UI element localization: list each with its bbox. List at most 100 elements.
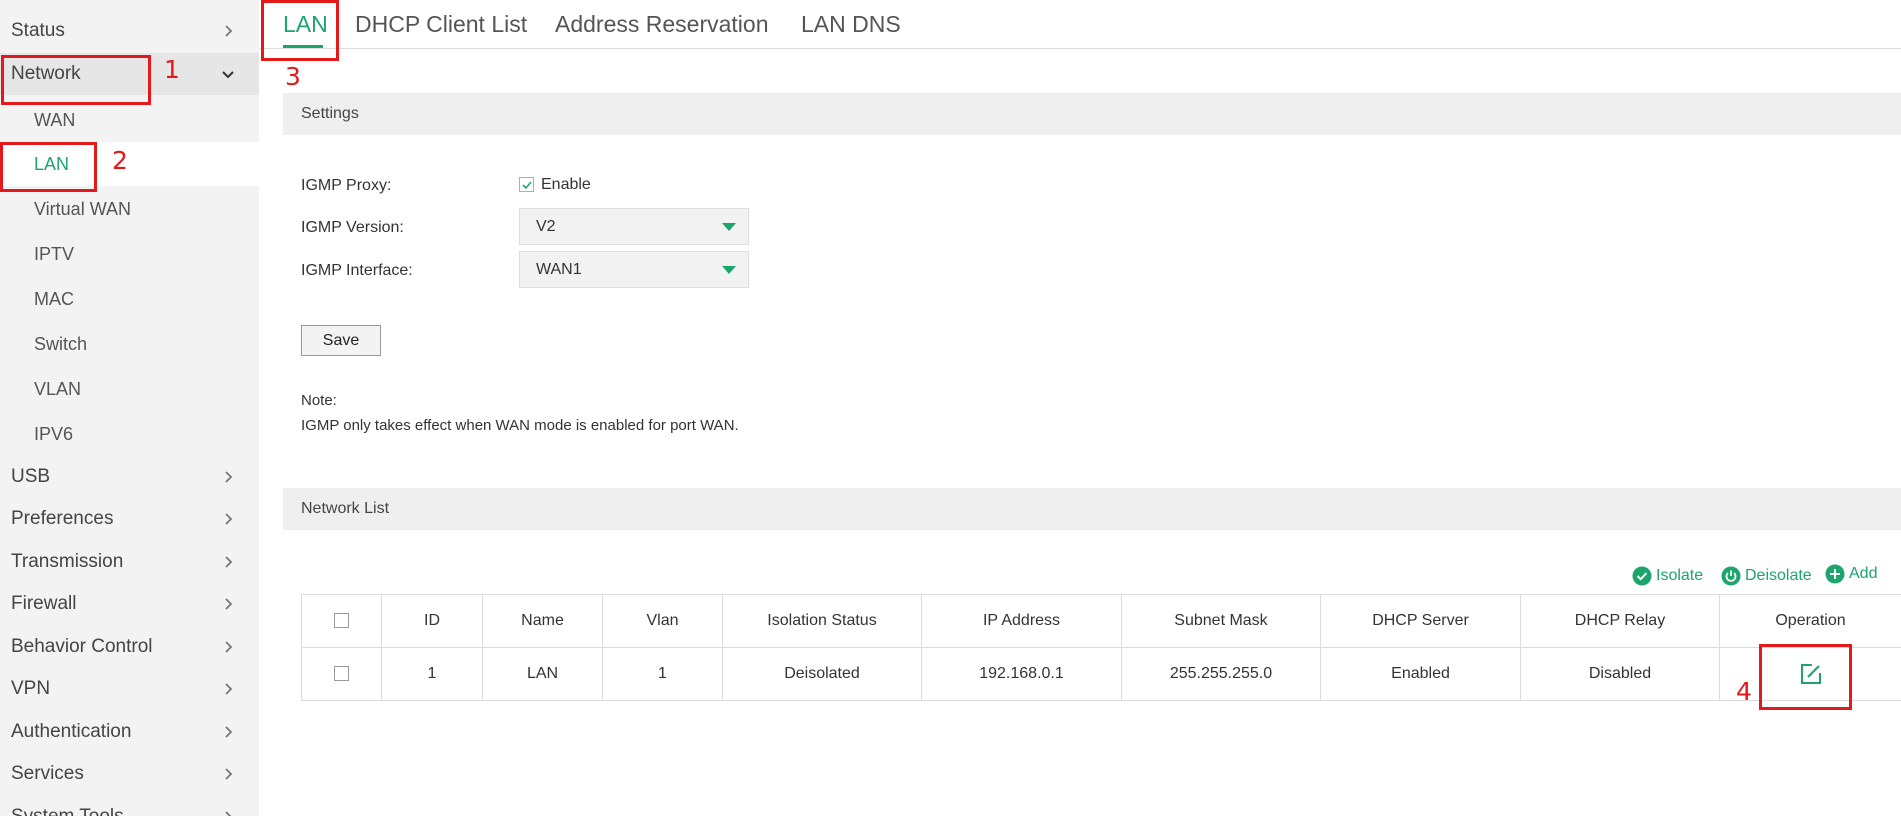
sidebar-subitem-label: IPV6 (34, 423, 74, 444)
sidebar-item-label: Authentication (11, 721, 132, 742)
sidebar-item-vpn[interactable]: VPN (0, 668, 259, 710)
sidebar-item-status[interactable]: Status (0, 10, 259, 52)
network-list-table: ID Name Vlan Isolation Status IP Address… (301, 594, 1901, 701)
check-circle-icon (1632, 566, 1652, 586)
annotation-number-1: 1 (164, 55, 180, 84)
sidebar-item-label: USB (11, 466, 51, 487)
sidebar-subitem-ipv6[interactable]: IPV6 (0, 412, 259, 456)
note-text: IGMP only takes effect when WAN mode is … (301, 417, 739, 434)
igmp-interface-value: WAN1 (536, 260, 582, 278)
column-header-id[interactable]: ID (381, 594, 483, 648)
cell-isolation-status: Deisolated (722, 647, 922, 701)
tab-dhcp-client-list[interactable]: DHCP Client List (355, 11, 527, 38)
cell-vlan: 1 (602, 647, 723, 701)
sidebar-item-label: Services (11, 763, 84, 784)
chevron-right-icon (225, 811, 232, 816)
column-header-operation: Operation (1719, 594, 1901, 648)
igmp-version-label: IGMP Version: (301, 219, 404, 236)
select-all-cell (301, 594, 382, 648)
main-content: LAN DHCP Client List Address Reservation… (259, 0, 1901, 816)
plus-circle-icon (1825, 564, 1845, 584)
annotation-box-1 (1, 55, 151, 105)
chevron-right-icon (225, 556, 233, 568)
sidebar-subitem-switch[interactable]: Switch (0, 322, 259, 366)
chevron-right-icon (225, 768, 233, 780)
dropdown-caret-icon (722, 266, 736, 274)
checkmark-icon (521, 180, 532, 189)
sidebar-subitem-label: VLAN (34, 378, 82, 399)
sidebar-item-preferences[interactable]: Preferences (0, 498, 259, 540)
table-row: 1 LAN 1 Deisolated 192.168.0.1 255.255.2… (301, 647, 1901, 701)
sidebar-subitem-label: MAC (34, 288, 74, 309)
column-header-ip-address[interactable]: IP Address (921, 594, 1122, 648)
tab-address-reservation[interactable]: Address Reservation (555, 11, 769, 38)
select-all-checkbox[interactable] (334, 613, 349, 629)
chevron-right-icon (225, 513, 233, 525)
annotation-box-2 (0, 142, 97, 192)
sidebar-item-label: Transmission (11, 551, 124, 572)
sidebar-item-label: System Tools (11, 806, 124, 816)
column-header-dhcp-server[interactable]: DHCP Server (1320, 594, 1521, 648)
igmp-interface-select[interactable]: WAN1 (519, 251, 749, 288)
cell-id: 1 (381, 647, 483, 701)
isolate-button[interactable]: Isolate (1632, 565, 1703, 587)
sidebar-item-label: Firewall (11, 593, 77, 614)
sidebar-subitem-virtual-wan[interactable]: Virtual WAN (0, 187, 259, 231)
sidebar-item-label: VPN (11, 678, 51, 699)
chevron-right-icon (225, 598, 233, 610)
add-button[interactable]: Add (1825, 563, 1877, 585)
sidebar-item-services[interactable]: Services (0, 753, 259, 795)
sidebar-subitem-vlan[interactable]: VLAN (0, 367, 259, 411)
sidebar-subitem-label: Switch (34, 333, 88, 354)
isolate-label: Isolate (1656, 567, 1704, 584)
row-checkbox[interactable] (334, 666, 349, 682)
deisolate-label: Deisolate (1745, 567, 1812, 584)
sidebar-item-system-tools[interactable]: System Tools (0, 796, 259, 816)
sidebar-item-authentication[interactable]: Authentication (0, 711, 259, 753)
sidebar-subitem-iptv[interactable]: IPTV (0, 232, 259, 276)
sidebar-item-behavior-control[interactable]: Behavior Control (0, 626, 259, 668)
annotation-box-3 (261, 0, 339, 61)
note-title: Note: (301, 392, 337, 409)
annotation-number-2: 2 (112, 146, 128, 175)
settings-section-header: Settings (283, 93, 1901, 135)
igmp-version-value: V2 (536, 217, 556, 235)
save-button[interactable]: Save (301, 325, 381, 356)
igmp-proxy-checkbox[interactable] (519, 177, 534, 192)
chevron-right-icon (225, 683, 233, 695)
cell-subnet-mask: 255.255.255.0 (1121, 647, 1321, 701)
tab-lan-dns[interactable]: LAN DNS (801, 11, 901, 38)
sidebar-item-transmission[interactable]: Transmission (0, 541, 259, 583)
sidebar-subitem-label: IPTV (34, 243, 75, 264)
annotation-number-4: 4 (1736, 677, 1752, 706)
sidebar-item-firewall[interactable]: Firewall (0, 583, 259, 625)
sidebar: Status Network WAN LAN Virtual WAN IPTV … (0, 0, 259, 816)
network-list-section-header: Network List (283, 488, 1901, 530)
sidebar-item-usb[interactable]: USB (0, 456, 259, 498)
sidebar-subitem-mac[interactable]: MAC (0, 277, 259, 321)
cell-ip-address: 192.168.0.1 (921, 647, 1122, 701)
row-select-cell (301, 647, 382, 701)
igmp-interface-label: IGMP Interface: (301, 262, 413, 279)
deisolate-button[interactable]: Deisolate (1721, 565, 1812, 587)
chevron-right-icon (225, 641, 233, 653)
sidebar-subitem-label: WAN (34, 109, 76, 130)
add-label: Add (1849, 565, 1878, 582)
dropdown-caret-icon (722, 223, 736, 231)
igmp-version-select[interactable]: V2 (519, 208, 749, 245)
cell-dhcp-server: Enabled (1320, 647, 1521, 701)
column-header-dhcp-relay[interactable]: DHCP Relay (1520, 594, 1720, 648)
chevron-right-icon (225, 25, 233, 37)
cell-name: LAN (482, 647, 603, 701)
column-header-name[interactable]: Name (482, 594, 603, 648)
igmp-proxy-enable-label[interactable]: Enable (541, 176, 591, 194)
annotation-box-4 (1759, 644, 1852, 710)
column-header-vlan[interactable]: Vlan (602, 594, 723, 648)
column-header-subnet-mask[interactable]: Subnet Mask (1121, 594, 1321, 648)
chevron-right-icon (225, 471, 233, 483)
chevron-down-icon (222, 71, 234, 79)
power-icon (1721, 566, 1741, 586)
cell-dhcp-relay: Disabled (1520, 647, 1720, 701)
sidebar-subitem-label: Virtual WAN (34, 198, 132, 219)
column-header-isolation-status[interactable]: Isolation Status (722, 594, 922, 648)
